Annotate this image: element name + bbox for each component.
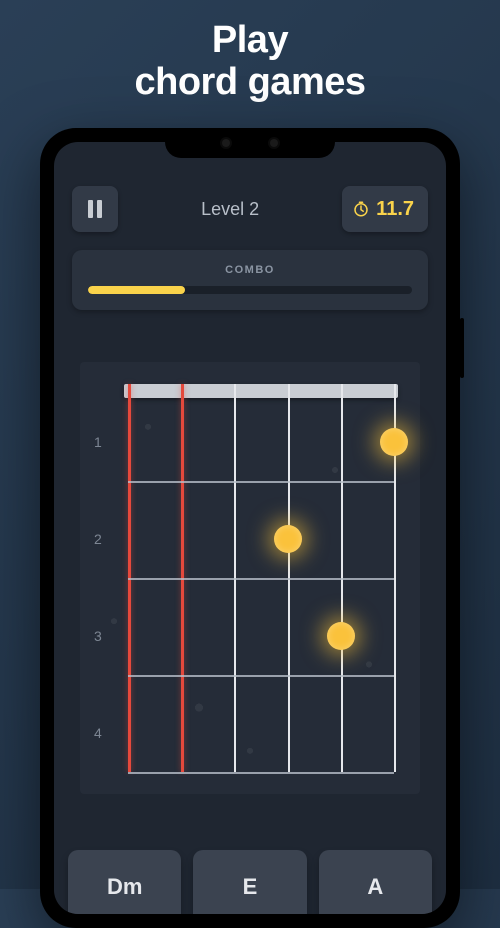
answer-button-dm[interactable]: Dm xyxy=(68,850,181,914)
finger-dot xyxy=(327,622,355,650)
fretboard: 1 2 3 4 xyxy=(128,384,394,772)
promo-line2: chord games xyxy=(0,62,500,104)
fretboard-area[interactable]: 1 2 3 4 xyxy=(80,362,420,794)
combo-progress-bar xyxy=(88,286,412,294)
app-screen: Level 2 11.7 COMBO xyxy=(54,142,446,914)
stopwatch-icon xyxy=(352,200,370,218)
level-label: Level 2 xyxy=(201,199,259,220)
finger-dot xyxy=(380,428,408,456)
combo-card: COMBO xyxy=(72,250,428,310)
combo-label: COMBO xyxy=(88,264,412,276)
sensor-dot xyxy=(270,139,278,147)
promo-title: Play chord games xyxy=(0,0,500,104)
promo-line1: Play xyxy=(0,20,500,62)
phone-notch xyxy=(165,128,335,158)
finger-dot xyxy=(274,525,302,553)
answer-button-a[interactable]: A xyxy=(319,850,432,914)
fret-line-1 xyxy=(128,481,394,483)
fret-number: 2 xyxy=(94,531,102,547)
timer-value: 11.7 xyxy=(376,198,414,221)
fret-number: 4 xyxy=(94,725,102,741)
timer-badge: 11.7 xyxy=(342,186,428,232)
fret-number: 1 xyxy=(94,434,102,450)
answer-row: Dm E A xyxy=(68,850,432,914)
pause-icon xyxy=(88,200,102,218)
pause-button[interactable] xyxy=(72,186,118,232)
fret-number: 3 xyxy=(94,628,102,644)
sensor-dot xyxy=(222,139,230,147)
guitar-nut xyxy=(124,384,398,398)
combo-progress-fill xyxy=(88,286,185,294)
fret-line-4 xyxy=(128,772,394,774)
fret-line-3 xyxy=(128,675,394,677)
fret-line-2 xyxy=(128,578,394,580)
phone-frame: Level 2 11.7 COMBO xyxy=(40,128,460,928)
answer-button-e[interactable]: E xyxy=(193,850,306,914)
